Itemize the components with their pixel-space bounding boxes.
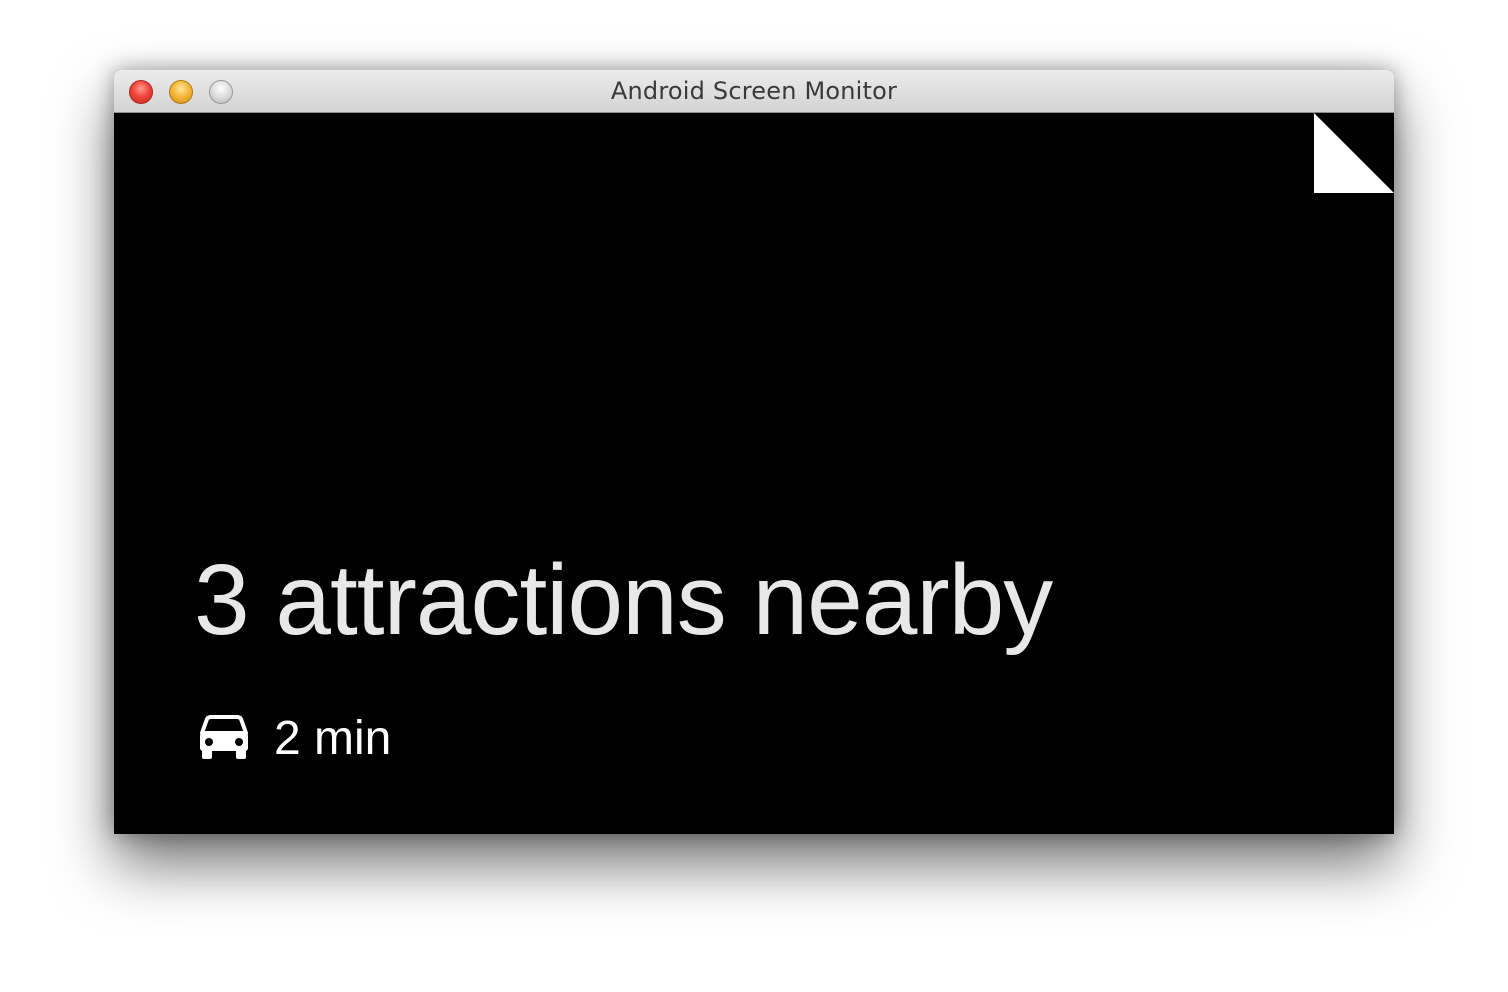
app-window: Android Screen Monitor 3 attractions nea…: [114, 70, 1394, 834]
card-headline: 3 attractions nearby: [194, 544, 1053, 656]
title-bar[interactable]: Android Screen Monitor: [114, 70, 1394, 113]
device-screen[interactable]: 3 attractions nearby 2 min: [114, 113, 1394, 834]
travel-duration: 2 min: [274, 711, 392, 765]
car-icon: [200, 715, 248, 759]
page-fold-icon: [1314, 113, 1394, 193]
travel-info: 2 min: [198, 711, 391, 765]
window-title: Android Screen Monitor: [610, 77, 898, 105]
